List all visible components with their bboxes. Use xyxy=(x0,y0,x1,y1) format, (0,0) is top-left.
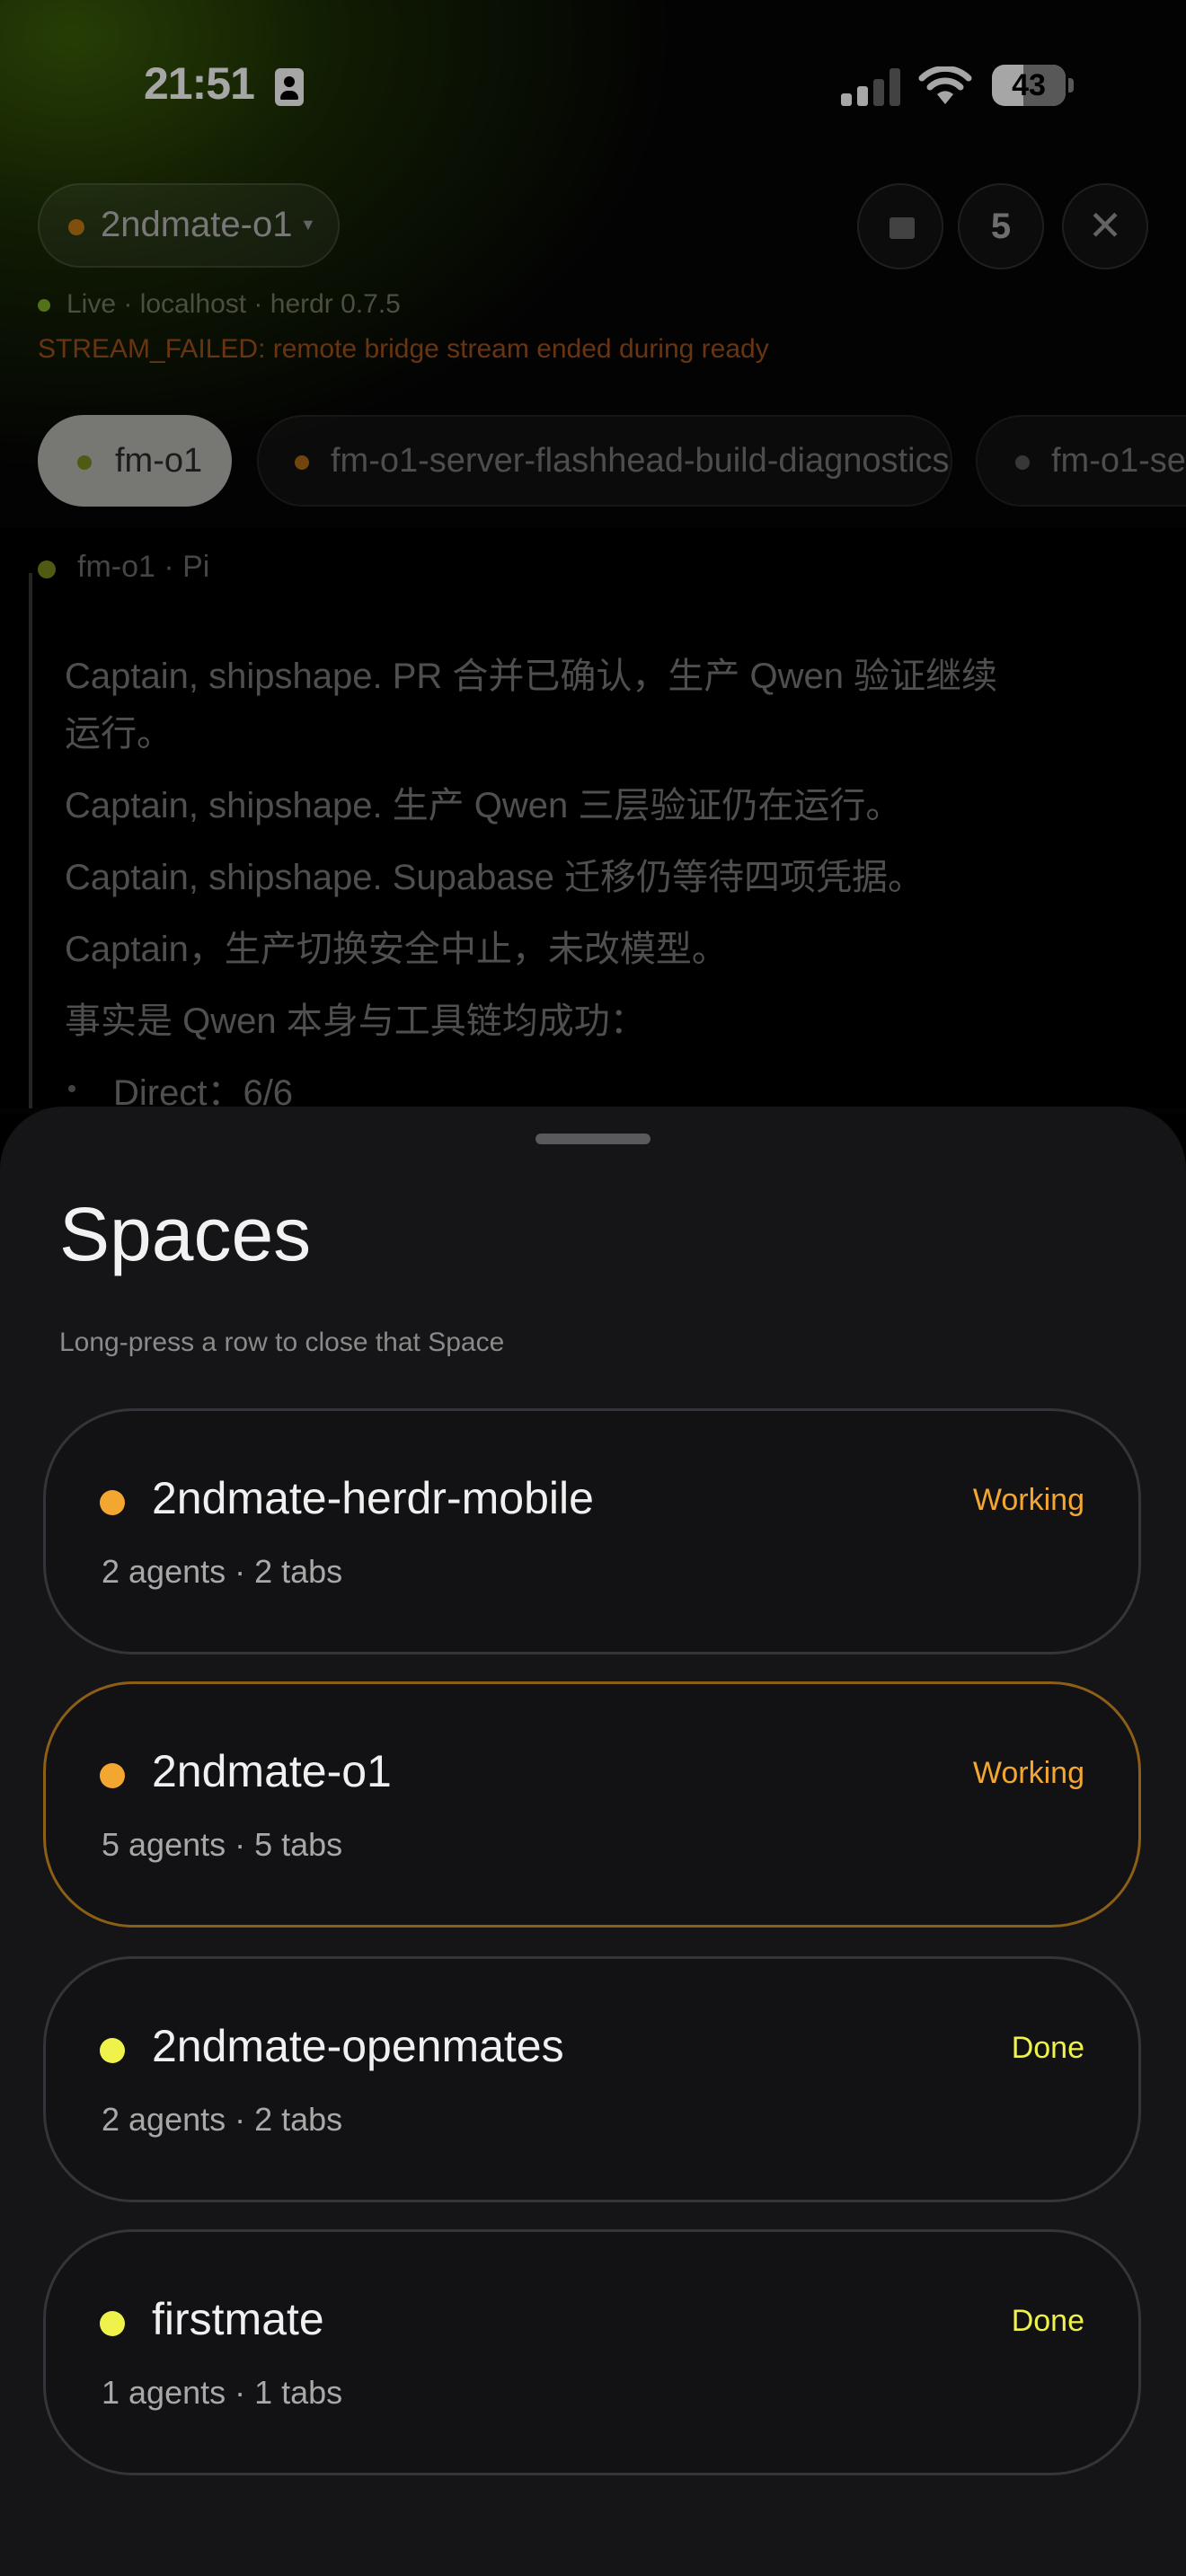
space-meta: 5 agents · 5 tabs xyxy=(102,1826,343,1863)
space-name: 2ndmate-herdr-mobile xyxy=(152,1473,594,1523)
space-status: Working xyxy=(972,1483,1084,1517)
space-meta: 2 agents · 2 tabs xyxy=(102,1553,343,1590)
space-name: 2ndmate-openmates xyxy=(152,2021,564,2071)
space-row-2ndmate-o1[interactable]: 2ndmate-o1 Working 5 agents · 5 tabs xyxy=(43,1681,1141,1928)
space-meta: 2 agents · 2 tabs xyxy=(102,2101,343,2138)
sheet-title: Spaces xyxy=(59,1192,312,1276)
sheet-grabber[interactable] xyxy=(535,1134,651,1144)
space-status: Working xyxy=(972,1756,1084,1790)
sheet-hint: Long-press a row to close that Space xyxy=(59,1328,505,1357)
space-row-firstmate[interactable]: firstmate Done 1 agents · 1 tabs xyxy=(43,2229,1141,2475)
space-status: Done xyxy=(1011,2304,1084,2338)
space-meta: 1 agents · 1 tabs xyxy=(102,2374,343,2411)
space-status-dot xyxy=(100,1490,125,1515)
space-row-2ndmate-herdr-mobile[interactable]: 2ndmate-herdr-mobile Working 2 agents · … xyxy=(43,1408,1141,1654)
space-status-dot xyxy=(100,1763,125,1788)
space-status-dot xyxy=(100,2038,125,2063)
space-status-dot xyxy=(100,2311,125,2336)
spaces-sheet: Spaces Long-press a row to close that Sp… xyxy=(0,1107,1186,2576)
space-name: 2ndmate-o1 xyxy=(152,1746,392,1796)
space-status: Done xyxy=(1011,2031,1084,2065)
sheet-backdrop[interactable] xyxy=(0,0,1186,1114)
space-name: firstmate xyxy=(152,2294,324,2344)
space-row-2ndmate-openmates[interactable]: 2ndmate-openmates Done 2 agents · 2 tabs xyxy=(43,1956,1141,2202)
